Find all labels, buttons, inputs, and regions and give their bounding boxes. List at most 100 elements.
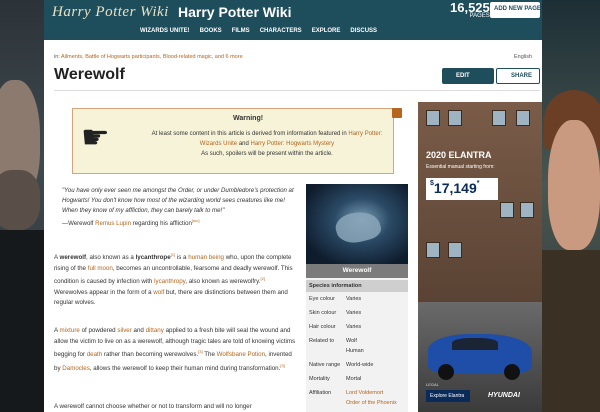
character-face: [548, 120, 600, 250]
row-key: Skin colour: [309, 310, 337, 316]
text: , also known as a: [86, 254, 134, 262]
infobox-section-header: Species information: [306, 280, 408, 292]
wiki-logo[interactable]: Harry Potter Wiki: [52, 4, 169, 21]
ref[interactable]: [1]: [171, 252, 175, 257]
hogwarts-mystery-link[interactable]: Harry Potter: Hogwarts Mystery: [251, 141, 335, 147]
article-content: in: Ailments, Battle of Hogwarts partici…: [44, 40, 542, 412]
human-being-link[interactable]: human being: [188, 254, 224, 261]
car-wheel: [438, 364, 454, 380]
left-background-art: [0, 0, 44, 412]
dittany-link[interactable]: dittany: [146, 327, 164, 334]
quote-attribution: —Werewolf: [62, 220, 94, 228]
building-window: [500, 202, 514, 218]
row-value: Human: [346, 348, 364, 354]
remus-lupin-link[interactable]: Remus Lupin: [95, 220, 131, 227]
hyundai-advertisement[interactable]: 2020 ELANTRA Essential manual starting f…: [418, 102, 542, 412]
ad-price: $17,149*: [426, 178, 498, 200]
text: of powdered: [81, 327, 116, 334]
mixture-link[interactable]: mixture: [60, 327, 80, 334]
categories-label: in:: [54, 54, 60, 60]
add-new-page-button[interactable]: ADD NEW PAGE: [490, 2, 541, 18]
text: Werewolves appear in the form of a: [54, 288, 152, 296]
quote-ref[interactable]: [src]: [192, 218, 200, 223]
warning-spoiler-text: As such, spoilers will be present within…: [201, 151, 333, 157]
full-moon-link[interactable]: full moon: [88, 265, 113, 272]
warning-text: At least some content in this article is…: [151, 131, 347, 137]
ref[interactable]: [3]: [280, 363, 284, 368]
title-divider: [54, 90, 540, 91]
page-title: Werewolf: [54, 66, 125, 83]
warning-body: At least some content in this article is…: [147, 129, 387, 159]
pointing-hand-icon: ☛: [81, 119, 110, 155]
car-window: [452, 338, 498, 350]
death-link[interactable]: death: [87, 351, 102, 358]
damocles-link[interactable]: Damocles: [62, 365, 90, 372]
quote-text: "You have only ever seen me amongst the …: [62, 187, 294, 214]
nav-wizards-unite[interactable]: WIZARDS UNITE!: [140, 28, 190, 34]
categories-links[interactable]: Ailments, Battle of Hogwarts participant…: [61, 54, 243, 60]
infobox-title: Werewolf: [306, 264, 408, 278]
ref[interactable]: [2]: [261, 276, 265, 281]
text: The: [204, 351, 215, 359]
building-window: [516, 110, 530, 126]
language-selector[interactable]: English: [514, 54, 532, 60]
text: , allows the werewolf to keep their huma…: [89, 364, 281, 372]
building-window: [426, 242, 440, 258]
wiki-header: Harry Potter Wiki Harry Potter Wiki 16,5…: [44, 0, 542, 40]
ad-legal: LEGAL: [426, 382, 439, 387]
wiki-title[interactable]: Harry Potter Wiki: [178, 4, 291, 20]
werewolf-figure: [332, 206, 384, 248]
row-key: Mortality: [309, 376, 330, 382]
pages-counter: 16,525 PAGES: [450, 0, 490, 19]
text: A: [54, 327, 58, 334]
building-window: [520, 202, 534, 218]
row-value: Varies: [346, 296, 362, 302]
ad-subtitle: Essential manual starting from:: [426, 164, 495, 170]
row-value: Varies: [346, 324, 362, 330]
edit-button[interactable]: EDIT: [442, 68, 494, 84]
share-button[interactable]: SHARE: [496, 68, 540, 84]
text: A: [54, 254, 58, 262]
price-value: 17,149: [433, 180, 477, 196]
row-key: Related to: [309, 338, 335, 344]
werewolf-image[interactable]: [306, 184, 408, 264]
wolfsbane-potion-link[interactable]: Wolfsbane Potion: [217, 351, 265, 358]
character-beard: [0, 170, 40, 230]
add-page-label: ADD NEW PAGE: [494, 6, 541, 12]
row-key: Eye colour: [309, 296, 335, 302]
nav-films[interactable]: FILMS: [232, 28, 250, 34]
text: rather than becoming werewolves.: [103, 351, 199, 359]
right-background-art: [542, 0, 600, 412]
lycanthropy-link[interactable]: lycanthropy: [154, 278, 185, 285]
character-coat: [0, 230, 44, 412]
row-value: Wolf: [346, 338, 357, 344]
lord-voldemort-link[interactable]: Lord Voldemort: [346, 390, 383, 396]
nav-explore[interactable]: EXPLORE: [312, 28, 341, 34]
explore-elantra-button[interactable]: Explore Elantra: [426, 390, 470, 402]
building-window: [448, 110, 462, 126]
nav-discuss[interactable]: DISCUSS: [350, 28, 377, 34]
text: and: [133, 327, 144, 334]
wolf-link[interactable]: wolf: [153, 289, 164, 296]
bold-term: werewolf: [59, 254, 87, 262]
top-nav: WIZARDS UNITE! BOOKS FILMS CHARACTERS EX…: [140, 28, 377, 34]
nav-characters[interactable]: CHARACTERS: [260, 28, 302, 34]
order-of-phoenix-link[interactable]: Order of the Phoenix: [346, 400, 397, 406]
warning-and: and: [238, 141, 249, 147]
categories: in: Ailments, Battle of Hogwarts partici…: [54, 54, 243, 60]
building-window: [492, 110, 506, 126]
ref[interactable]: [3]: [198, 349, 202, 354]
row-value: Varies: [346, 310, 362, 316]
warning-title: Warning!: [233, 115, 264, 122]
building-window: [448, 242, 462, 258]
hyundai-logo: HYUNDAI: [488, 392, 520, 399]
ad-title: 2020 ELANTRA: [426, 150, 492, 160]
row-key: Affiliation: [309, 390, 332, 396]
silver-link[interactable]: silver: [117, 327, 131, 334]
article-quote: "You have only ever seen me amongst the …: [62, 186, 294, 229]
warning-badge-icon: [392, 108, 402, 118]
row-value: Mortal: [346, 376, 362, 382]
nav-books[interactable]: BOOKS: [200, 28, 222, 34]
car-wheel: [504, 364, 520, 380]
spoiler-warning-box: ☛ Warning! At least some content in this…: [72, 108, 394, 174]
